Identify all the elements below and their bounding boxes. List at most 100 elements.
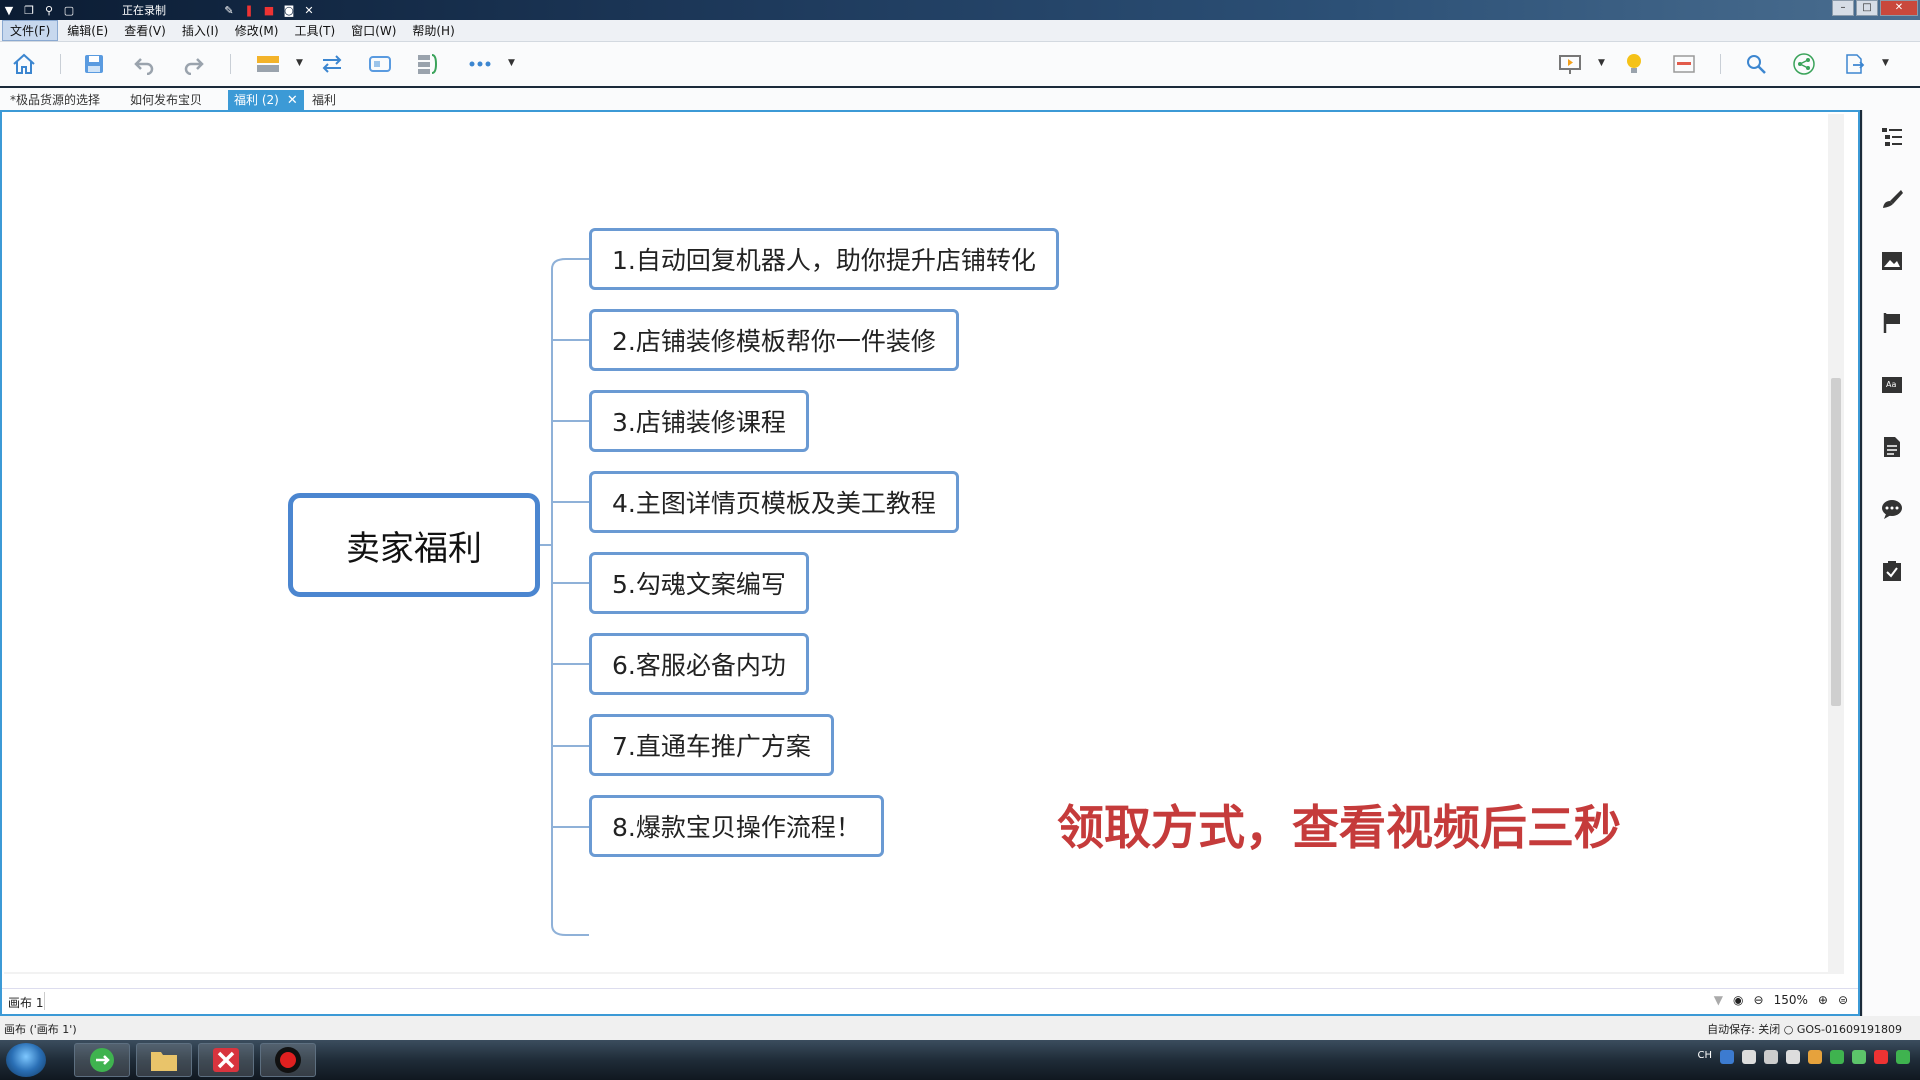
comment-icon[interactable]	[1879, 496, 1905, 522]
save-icon[interactable]	[80, 50, 108, 78]
floating-callout-text[interactable]: 领取方式，查看视频后三秒	[1057, 789, 1621, 858]
menu-tools[interactable]: 工具(T)	[287, 21, 342, 40]
start-button[interactable]	[6, 1043, 46, 1077]
canvas-frame: 卖家福利 1.自动回复机器人，助你提升店铺转化 2.店铺装修模板帮你一件装修 3…	[0, 110, 1860, 1016]
topic-node[interactable]: 1.自动回复机器人，助你提升店铺转化	[589, 228, 1059, 290]
topic-node[interactable]: 5.勾魂文案编写	[589, 552, 809, 614]
topic-node[interactable]: 6.客服必备内功	[589, 633, 809, 695]
label-icon[interactable]: Aa	[1879, 372, 1905, 398]
zoom-icon[interactable]: ⚲	[42, 3, 56, 17]
status-right: 自动保存: 关闭 ○ GOS-01609191809	[1707, 1023, 1902, 1036]
window-icon[interactable]: ❐	[22, 3, 36, 17]
taskbar-app-recorder[interactable]	[260, 1043, 316, 1077]
menu-window[interactable]: 窗口(W)	[344, 21, 403, 40]
presentation-dropdown-icon[interactable]: ▼	[1598, 58, 1605, 68]
marker-flag-icon[interactable]	[1879, 310, 1905, 336]
help-icon[interactable]	[1720, 1050, 1734, 1064]
tab-welfare-2[interactable]: 福利 (2) ✕	[228, 90, 304, 110]
camera-icon[interactable]: ◙	[282, 3, 296, 17]
topic-style-dropdown-icon[interactable]: ▼	[296, 58, 303, 68]
topic-node[interactable]: 3.店铺装修课程	[589, 390, 809, 452]
canvas-status-bar: 画布 1 ▼ ◉ ⊖ 150% ⊕ ⊜	[2, 988, 1858, 1014]
more-icon[interactable]	[466, 50, 494, 78]
input-language[interactable]: CH	[1697, 1050, 1712, 1064]
root-topic[interactable]: 卖家福利	[288, 493, 540, 597]
taskbar-app-xmind[interactable]	[198, 1043, 254, 1077]
zoom-controls: ▼ ◉ ⊖ 150% ⊕ ⊜	[1714, 993, 1848, 1007]
tab-publish-item[interactable]: 如何发布宝贝	[124, 90, 208, 110]
zoom-level[interactable]: 150%	[1774, 993, 1808, 1007]
minimize-button[interactable]: –	[1832, 0, 1854, 16]
summary-icon[interactable]	[414, 50, 442, 78]
close-tab-icon[interactable]: ✕	[287, 93, 298, 108]
undo-icon[interactable]	[130, 50, 158, 78]
gantt-icon[interactable]	[1670, 50, 1698, 78]
app-status-bar: 画布 ('画布 1') 自动保存: 关闭 ○ GOS-01609191809	[0, 1016, 1920, 1040]
pen-icon[interactable]: ✎	[222, 3, 236, 17]
filter-icon[interactable]: ▼	[1714, 993, 1723, 1007]
wechat-icon[interactable]	[1852, 1050, 1866, 1064]
vertical-scrollbar[interactable]	[1828, 114, 1844, 974]
export-dropdown-icon[interactable]: ▼	[1882, 58, 1889, 68]
close-recorder-icon[interactable]: ✕	[302, 3, 316, 17]
qq-icon[interactable]	[1874, 1050, 1888, 1064]
tab-welfare[interactable]: 福利	[306, 90, 342, 110]
zoom-out-icon[interactable]: ⊖	[1754, 993, 1764, 1007]
sheet-tab[interactable]: 画布 1	[8, 994, 43, 1011]
topic-node[interactable]: 2.店铺装修模板帮你一件装修	[589, 309, 959, 371]
stop-icon[interactable]: ■	[262, 3, 276, 17]
mic-icon[interactable]	[1742, 1050, 1756, 1064]
status-left: 画布 ('画布 1')	[4, 1023, 77, 1036]
fit-icon[interactable]: ⊜	[1838, 993, 1848, 1007]
redo-icon[interactable]	[180, 50, 208, 78]
presentation-icon[interactable]	[1556, 50, 1584, 78]
network-icon[interactable]	[1764, 1050, 1778, 1064]
toolbar: ▼ ▼ ▼ ▼	[0, 42, 1920, 86]
security-icon[interactable]	[1896, 1050, 1910, 1064]
region-icon[interactable]: ▢	[62, 3, 76, 17]
zoom-in-icon[interactable]: ⊕	[1818, 993, 1828, 1007]
close-button[interactable]: ✕	[1880, 0, 1918, 16]
image-icon[interactable]	[1879, 248, 1905, 274]
tab-label: 福利 (2)	[234, 93, 279, 107]
document-tabs: *极品货源的选择 如何发布宝贝 福利 (2) ✕ 福利	[0, 88, 1920, 110]
menu-view[interactable]: 查看(V)	[117, 21, 173, 40]
topic-style-icon[interactable]	[254, 50, 282, 78]
export-icon[interactable]	[1840, 50, 1868, 78]
recorder-bar: ▼ ❐ ⚲ ▢ 正在录制 ✎ ❚ ■ ◙ ✕ – □ ✕	[0, 0, 1920, 20]
taskbar-app-explorer[interactable]	[136, 1043, 192, 1077]
system-tray: CH	[1697, 1050, 1910, 1064]
brainstorm-bulb-icon[interactable]	[1620, 50, 1648, 78]
menu-insert[interactable]: 插入(I)	[175, 21, 226, 40]
share-icon[interactable]	[1790, 50, 1818, 78]
eye-icon[interactable]: ◉	[1733, 993, 1743, 1007]
mindmap-canvas[interactable]: 卖家福利 1.自动回复机器人，助你提升店铺转化 2.店铺装修模板帮你一件装修 3…	[4, 114, 1844, 974]
menu-edit[interactable]: 编辑(E)	[60, 21, 115, 40]
taskbar-app-browser[interactable]	[74, 1043, 130, 1077]
vertical-scroll-thumb[interactable]	[1831, 378, 1841, 706]
relationship-icon[interactable]	[318, 50, 346, 78]
menu-arrow-icon[interactable]: ▼	[2, 3, 16, 17]
topic-node[interactable]: 7.直通车推广方案	[589, 714, 834, 776]
horizontal-scrollbar[interactable]	[4, 972, 1844, 974]
notes-icon[interactable]	[1879, 434, 1905, 460]
topic-node[interactable]: 4.主图详情页模板及美工教程	[589, 471, 959, 533]
tab-source-selection[interactable]: *极品货源的选择	[4, 90, 106, 110]
topic-node[interactable]: 8.爆款宝贝操作流程！	[589, 795, 884, 857]
search-icon[interactable]	[1742, 50, 1770, 78]
home-icon[interactable]	[10, 50, 38, 78]
menu-help[interactable]: 帮助(H)	[405, 21, 461, 40]
more-dropdown-icon[interactable]: ▼	[508, 58, 515, 68]
outline-icon[interactable]	[1879, 124, 1905, 150]
gift-icon[interactable]	[1808, 1050, 1822, 1064]
task-clipboard-icon[interactable]	[1879, 558, 1905, 584]
volume-icon[interactable]	[1786, 1050, 1800, 1064]
menu-file[interactable]: 文件(F)	[2, 20, 59, 41]
menu-modify[interactable]: 修改(M)	[228, 21, 286, 40]
format-brush-icon[interactable]	[1879, 186, 1905, 212]
maximize-button[interactable]: □	[1856, 0, 1878, 16]
svg-text:Aa: Aa	[1886, 380, 1896, 389]
boundary-icon[interactable]	[366, 50, 394, 78]
chat-icon[interactable]	[1830, 1050, 1844, 1064]
pause-icon[interactable]: ❚	[242, 3, 256, 17]
